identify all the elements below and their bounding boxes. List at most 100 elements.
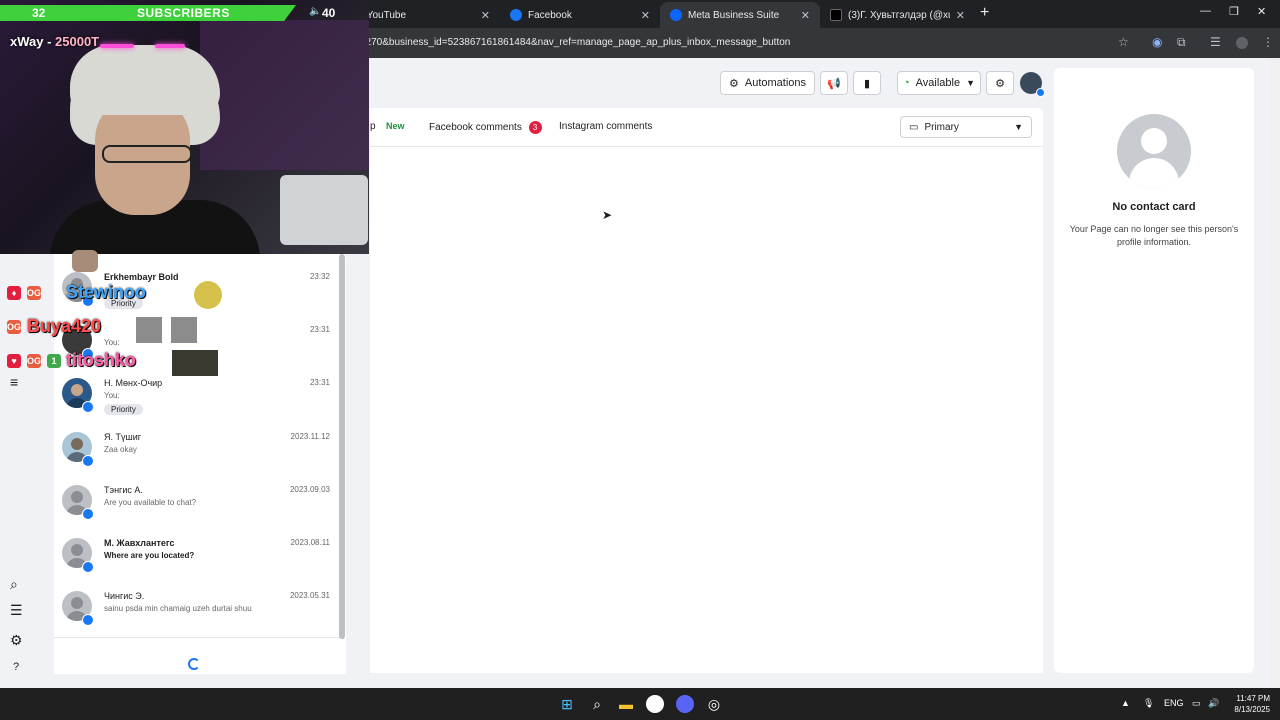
profile-avatar[interactable] xyxy=(1236,37,1248,49)
inbox-header: ⚙ Automations 📢 ▮ ◔ Available ▼ ⚙ xyxy=(370,58,1050,108)
file-explorer-icon[interactable]: ▬ xyxy=(617,695,635,713)
chevron-up-icon[interactable]: ▲ xyxy=(1121,698,1130,708)
tab-title: Facebook xyxy=(528,9,572,21)
clock-icon: ◔ xyxy=(902,77,910,89)
chevron-down-icon: ▼ xyxy=(966,78,976,88)
list-scrollbar[interactable] xyxy=(339,254,345,639)
chrome-icon[interactable] xyxy=(646,695,664,713)
settings-icon[interactable]: ⚙ xyxy=(10,632,23,649)
avatar-head-icon xyxy=(1141,128,1167,154)
primary-dropdown[interactable]: ▭ Primary ▼ xyxy=(900,116,1032,138)
discord-icon[interactable] xyxy=(676,695,694,713)
help-icon[interactable]: ? xyxy=(13,661,19,673)
address-bar[interactable]: 4270&business_id=523867161861484&nav_ref… xyxy=(360,32,1140,54)
close-icon[interactable]: ✕ xyxy=(801,9,810,22)
speaker-icon: 🔈 xyxy=(309,6,322,17)
viewer-count: 40 xyxy=(322,6,336,20)
language-indicator[interactable]: ENG xyxy=(1164,698,1184,708)
tab-partial-label: p xyxy=(370,121,376,132)
page-scrollbar[interactable] xyxy=(1270,58,1280,688)
heart-badge-icon: ♥ xyxy=(7,354,21,368)
chat-username: titoshko xyxy=(66,350,136,370)
filter-tabs: p New Facebook comments 3 Instagram comm… xyxy=(370,108,1043,147)
reading-list-icon[interactable]: ☰ xyxy=(1210,35,1221,49)
mouse-cursor-icon: ➤ xyxy=(602,208,613,222)
neon-bar xyxy=(100,44,134,48)
chat-username: Buya420 xyxy=(27,316,102,336)
sub-badge-icon: 1 xyxy=(47,354,61,368)
bookmark-star-icon[interactable]: ☆ xyxy=(1118,35,1129,49)
message-preview: You: xyxy=(104,338,120,347)
minimize-icon[interactable]: — xyxy=(1200,5,1211,17)
insights-button[interactable]: ▮ xyxy=(853,71,881,95)
close-icon[interactable]: ✕ xyxy=(481,9,490,22)
app-icon[interactable]: ◎ xyxy=(705,695,723,713)
volume-icon[interactable]: 🔊 xyxy=(1208,698,1219,709)
tab-partial[interactable]: p xyxy=(370,121,376,132)
background-light xyxy=(200,20,369,170)
count-badge: 3 xyxy=(528,121,542,134)
extensions-icon[interactable]: ⧉ xyxy=(1177,35,1186,50)
inbox-icon: ▭ xyxy=(909,121,919,133)
messenger-icon xyxy=(82,614,94,626)
subscriber-label: SUBSCRIBERS xyxy=(137,6,230,20)
windows-taskbar: ⊞ ⌕ ▬ ◎ ▲ 🎙 ENG ▭ 🔊 11:47 PM 8/13/2025 xyxy=(0,688,1280,720)
tab-tiktok[interactable]: (3)Г. Хувьтгэлдэр (@xuvikatv ✕ xyxy=(820,2,975,28)
tab-title: Meta Business Suite xyxy=(688,9,780,21)
messenger-icon xyxy=(82,561,94,573)
timestamp: 2023.09.03 xyxy=(289,485,330,494)
menu-icon[interactable]: ≡ xyxy=(10,374,18,390)
search-icon[interactable]: ⌕ xyxy=(588,695,606,713)
contact-panel: No contact card Your Page can no longer … xyxy=(1054,68,1254,673)
display-icon[interactable]: ▭ xyxy=(1192,698,1201,709)
nickname-text: xWay - xyxy=(10,34,56,49)
availability-dropdown[interactable]: ◔ Available ▼ xyxy=(897,71,981,95)
tab-instagram-comments[interactable]: Instagram comments xyxy=(559,121,652,132)
tab-facebook-comments[interactable]: Facebook comments 3 xyxy=(429,121,542,134)
read-aloud-icon[interactable]: ◉ xyxy=(1152,35,1162,49)
chevron-down-icon: ▼ xyxy=(1014,122,1023,132)
message-preview: You: xyxy=(104,391,120,400)
list-item[interactable]: Тэнгис А. Are you available to chat? 202… xyxy=(54,477,344,530)
message-preview: sainu psda min chamaig uzeh durtai shuu xyxy=(104,604,252,613)
list-item[interactable]: М. Жавхлантегс Where are you located? 20… xyxy=(54,530,344,583)
settings-button[interactable]: ⚙ xyxy=(986,71,1014,95)
page-avatar[interactable] xyxy=(1020,72,1045,97)
megaphone-icon: 📢 xyxy=(827,77,841,90)
microphone-icon[interactable]: 🎙 xyxy=(1143,698,1154,709)
list-item[interactable]: Я. Түшиг Zaa okay 2023.11.12 xyxy=(54,424,344,477)
list-item[interactable]: Н. Мөнх-Очир You: 23:31 Priority xyxy=(54,370,344,423)
thread-pane: p New Facebook comments 3 Instagram comm… xyxy=(370,108,1043,673)
menu-icon[interactable]: ⋮ xyxy=(1262,35,1274,49)
messenger-icon xyxy=(82,508,94,520)
search-icon[interactable]: ⌕ xyxy=(10,576,18,593)
streamer-nickname: xWay - 25000T xyxy=(10,34,99,49)
new-tab-button[interactable]: + xyxy=(980,4,989,22)
messenger-icon xyxy=(82,455,94,467)
tab-facebook[interactable]: Facebook ✕ xyxy=(500,2,660,28)
close-icon[interactable]: ✕ xyxy=(956,9,965,22)
system-clock[interactable]: 11:47 PM 8/13/2025 xyxy=(1222,693,1270,715)
automations-button[interactable]: ⚙ Automations xyxy=(720,71,815,95)
subscriber-count: 32 xyxy=(32,6,46,20)
meta-icon xyxy=(670,9,682,21)
close-icon[interactable]: ✕ xyxy=(641,9,650,22)
timestamp: 2023.05.31 xyxy=(289,591,330,600)
og-badge-icon: OG xyxy=(27,286,42,300)
timestamp: 23:31 xyxy=(309,378,330,387)
tab-meta-business-suite[interactable]: Meta Business Suite ✕ xyxy=(660,2,820,28)
list-icon[interactable]: ☰ xyxy=(10,602,23,619)
list-item[interactable]: Чингис Э. sainu psda min chamaig uzeh du… xyxy=(54,583,344,636)
tab-title: (3)Г. Хувьтгэлдэр (@xuvikatv xyxy=(848,9,950,21)
restore-icon[interactable]: ❐ xyxy=(1229,5,1239,18)
windows-start-icon[interactable]: ⊞ xyxy=(558,695,576,713)
timestamp: 2023.11.12 xyxy=(290,432,330,441)
contact-name: Erkhembayr Bold xyxy=(104,272,179,282)
contact-name: Н. Мөнх-Очир xyxy=(104,378,163,388)
no-contact-description: Your Page can no longer see this person'… xyxy=(1069,224,1239,247)
emote-image xyxy=(72,250,98,272)
megaphone-button[interactable]: 📢 xyxy=(820,71,848,95)
avatar-body-icon xyxy=(1129,158,1179,188)
close-window-icon[interactable]: ✕ xyxy=(1257,5,1266,18)
contact-name: М. Жавхлантегс xyxy=(104,538,175,548)
